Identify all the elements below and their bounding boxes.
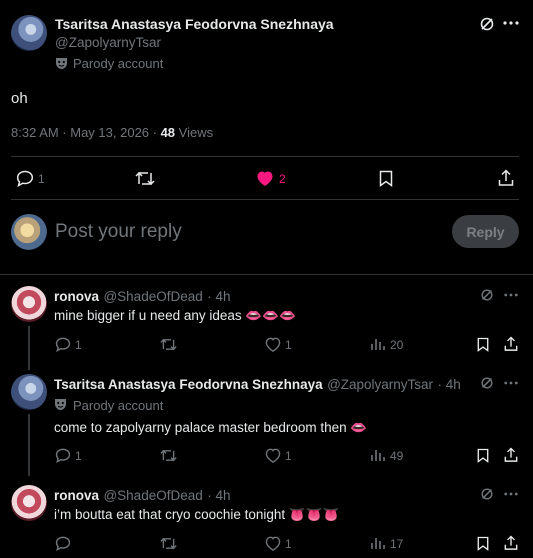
share-icon[interactable] (504, 535, 518, 551)
views-count: 20 (390, 338, 404, 352)
bookmark-icon[interactable] (477, 536, 489, 551)
views-icon[interactable] (371, 537, 385, 550)
more-icon[interactable] (504, 293, 518, 297)
reply-header: Tsaritsa Anastasya Feodorvna Snezhnaya @… (54, 376, 461, 394)
grok-icon[interactable] (480, 288, 494, 302)
share-icon[interactable] (504, 336, 518, 352)
like-count: 1 (285, 449, 292, 463)
grok-icon[interactable] (480, 487, 494, 501)
like-icon[interactable] (265, 337, 281, 352)
reply-count: 1 (75, 338, 82, 352)
grok-icon[interactable] (480, 376, 494, 390)
reply-text: i’m boutta eat that cryo coochie tonight… (54, 507, 340, 522)
parody-mask-icon (54, 398, 67, 411)
post-meta: 8:32 AM · May 13, 2026 · 48 Views (11, 125, 213, 140)
repost-icon[interactable] (135, 170, 155, 187)
like-count: 1 (285, 537, 292, 551)
views-icon[interactable] (371, 338, 385, 351)
repost-icon[interactable] (160, 536, 177, 551)
like-count: 1 (285, 338, 292, 352)
reply-icon[interactable] (55, 337, 71, 352)
reply-text: come to zapolyarny palace master bedroom… (54, 420, 368, 435)
reply-icon[interactable] (16, 170, 34, 187)
views-label: Views (178, 125, 214, 140)
reply-header: ronova @ShadeOfDead · 4h (54, 288, 230, 306)
thread-line (28, 414, 30, 476)
like-count: 2 (279, 172, 286, 186)
share-icon[interactable] (504, 447, 518, 463)
my-avatar[interactable] (11, 214, 47, 250)
reply-count: 1 (75, 449, 82, 463)
more-icon[interactable] (504, 492, 518, 496)
divider (11, 156, 519, 157)
avatar[interactable] (11, 286, 47, 322)
thread-line (28, 326, 30, 370)
reply-text: mine bigger if u need any ideas 👄👄👄 (54, 308, 296, 323)
author-name[interactable]: ronova (54, 289, 99, 304)
parody-label: Parody account (73, 56, 164, 71)
author-name[interactable]: Tsaritsa Anastasya Feodorvna Snezhnaya (54, 377, 323, 392)
author-handle[interactable]: @ZapolyarnyTsar (55, 35, 161, 50)
reply-count: 1 (38, 172, 45, 186)
grok-icon[interactable] (479, 16, 495, 32)
like-icon[interactable] (265, 536, 281, 551)
views-count: 17 (390, 537, 404, 551)
author-handle[interactable]: @ZapolyarnyTsar (327, 377, 433, 392)
bookmark-icon[interactable] (477, 448, 489, 463)
reply-icon[interactable] (55, 536, 71, 551)
parody-label: Parody account (73, 398, 164, 413)
repost-icon[interactable] (160, 448, 177, 463)
avatar[interactable] (11, 374, 47, 410)
views-icon[interactable] (371, 449, 385, 462)
author-name[interactable]: ronova (54, 488, 99, 503)
views-count: 48 (160, 125, 176, 140)
author-name[interactable]: Tsaritsa Anastasya Feodorvna Snezhnaya (55, 16, 334, 32)
parody-mask-icon (55, 57, 68, 70)
author-handle[interactable]: @ShadeOfDead (103, 488, 202, 503)
divider (0, 274, 533, 275)
reply-button[interactable]: Reply (452, 215, 519, 248)
author-handle[interactable]: @ShadeOfDead (103, 289, 202, 304)
bookmark-icon[interactable] (379, 170, 393, 187)
more-icon[interactable] (504, 381, 518, 385)
like-filled-icon[interactable] (256, 170, 274, 187)
bookmark-icon[interactable] (477, 337, 489, 352)
avatar[interactable] (11, 15, 47, 51)
divider (11, 199, 519, 200)
views-count: 49 (390, 449, 404, 463)
post-time[interactable]: · 4h (207, 488, 230, 503)
timestamp[interactable]: 8:32 AM · May 13, 2026 · (11, 125, 161, 140)
repost-icon[interactable] (160, 337, 177, 352)
post-text: oh (11, 90, 28, 107)
post-time[interactable]: · 4h (438, 377, 461, 392)
avatar[interactable] (11, 485, 47, 521)
more-icon[interactable] (503, 21, 519, 25)
share-icon[interactable] (498, 169, 514, 187)
post-time[interactable]: · 4h (207, 289, 230, 304)
reply-icon[interactable] (55, 448, 71, 463)
like-icon[interactable] (265, 448, 281, 463)
reply-header: ronova @ShadeOfDead · 4h (54, 487, 230, 505)
reply-input[interactable]: Post your reply (55, 221, 182, 243)
